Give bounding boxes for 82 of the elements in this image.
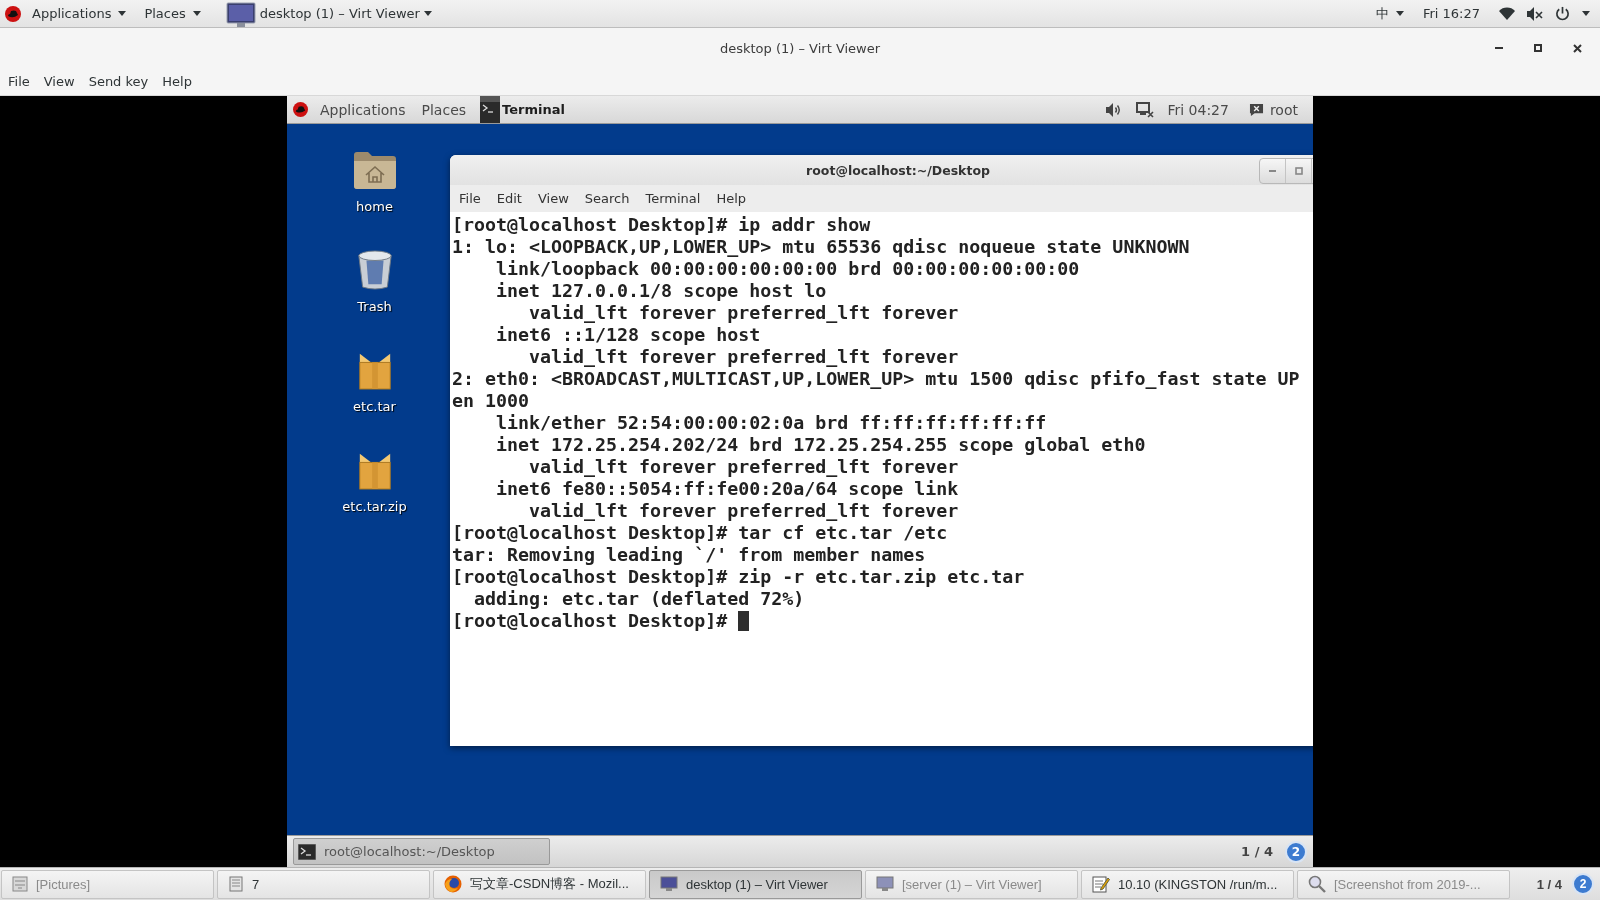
clock-label[interactable]: Fri 16:27 <box>1412 6 1490 21</box>
terminal-line: valid_lft forever preferred_lft forever <box>528 500 959 522</box>
terminal-title: root@localhost:~/Desktop <box>806 162 990 178</box>
taskbar-button[interactable]: 写文章-CSDN博客 - Mozil... <box>433 869 646 899</box>
speaker-icon[interactable] <box>1106 102 1123 117</box>
caret-icon <box>192 11 201 16</box>
top-bar-menu[interactable]: Places <box>413 96 475 123</box>
close-icon <box>1572 43 1582 53</box>
terminal-line: en 1000 <box>452 390 530 412</box>
chat-bubble-icon <box>1248 102 1264 117</box>
trash-can-icon <box>355 247 394 293</box>
terminal-line: [root@localhost Desktop]# ip addr show <box>452 214 871 236</box>
desktop-item[interactable]: Trash <box>299 247 450 347</box>
menu-item[interactable]: Help <box>708 191 755 206</box>
power-icon <box>1555 6 1570 21</box>
terminal-line: [root@localhost Desktop]# zip -r etc.tar.zip etc.tar <box>452 566 1025 588</box>
window-title: desktop (1) – Virt Viewer <box>719 40 881 56</box>
workspace-indicator[interactable]: 1 / 4 <box>1526 876 1572 892</box>
terminal-line: [root@localhost Desktop]# tar cf etc.tar /etc <box>452 522 948 544</box>
notification-badge[interactable]: 2 <box>1285 840 1307 863</box>
terminal-line: valid_lft forever preferred_lft forever <box>528 302 959 324</box>
monitor-icon <box>660 876 678 892</box>
caret-icon <box>1395 11 1404 16</box>
menu-item[interactable]: File <box>451 191 489 206</box>
menu-item[interactable]: Search <box>576 191 638 206</box>
menu-item[interactable]: View <box>36 71 82 92</box>
terminal-line: link/ether 52:54:00:00:02:0a brd ff:ff:ff:ff:ff:ff <box>495 412 1047 434</box>
wifi-icon <box>1499 7 1515 20</box>
top-bar-menu[interactable]: Applications <box>312 96 414 123</box>
logo-icon <box>293 102 308 117</box>
globe-icon <box>444 875 462 893</box>
terminal-line: inet6 ::1/128 scope host <box>495 324 761 346</box>
top-bar-menu[interactable]: Places <box>135 0 210 27</box>
logo-icon <box>5 5 21 22</box>
document-icon <box>228 876 244 892</box>
window-menu[interactable]: desktop (1) – Virt Viewer <box>209 0 441 27</box>
terminal-line: 1: lo: <LOOPBACK,UP,LOWER_UP> mtu 65536 qdisc noqueue state UNKNOWN <box>452 236 1190 258</box>
menu-item[interactable]: Terminal <box>637 191 709 206</box>
taskbar-button[interactable]: 7 <box>217 869 430 899</box>
speaker-muted-icon <box>1527 6 1543 21</box>
taskbar-button[interactable]: desktop (1) – Virt Viewer <box>649 869 862 899</box>
top-bar-menu[interactable]: Applications <box>23 0 136 27</box>
caret-icon <box>423 11 432 16</box>
menu-item[interactable]: Help <box>155 71 199 92</box>
menu-item[interactable]: Edit <box>488 191 530 206</box>
notification-badge[interactable]: 2 <box>1572 873 1594 895</box>
window-list-button[interactable]: root@localhost:~/Desktop <box>293 838 550 865</box>
terminal-line: link/loopback 00:00:00:00:00:00 brd 00:00:00:00:00:00 <box>495 258 1080 280</box>
terminal-line: inet 172.25.254.202/24 brd 172.25.254.255 scope global eth0 <box>495 434 1146 456</box>
minimize-icon <box>1269 170 1276 172</box>
maximize-icon <box>1534 44 1542 52</box>
caret-icon <box>1582 11 1590 16</box>
terminal-line: inet 127.0.0.1/8 scope host lo <box>495 280 827 302</box>
terminal-line: adding: etc.tar (deflated 72%) <box>473 588 805 610</box>
monitor-icon <box>876 876 894 892</box>
terminal-line: 2: eth0: <BROADCAST,MULTICAST,UP,LOWER_UP> mtu 1500 qdisc pfifo_fast state UP <box>452 368 1300 390</box>
menu-item[interactable]: Send key <box>81 71 156 92</box>
file-cabinet-icon <box>12 876 28 892</box>
caret-icon <box>118 11 127 16</box>
menu-item[interactable]: View <box>529 191 577 206</box>
monitor-icon <box>225 1 256 28</box>
terminal-line: [root@localhost Desktop]# <box>452 610 728 632</box>
minimize-icon <box>1495 47 1503 49</box>
app-menu[interactable]: Terminal <box>474 96 573 123</box>
computer-cross-icon[interactable] <box>1136 101 1155 118</box>
desktop-item[interactable]: home <box>299 147 450 247</box>
desktop-item[interactable]: etc.tar.zip <box>299 447 450 547</box>
clock-label[interactable]: Fri 04:27 <box>1161 101 1241 118</box>
notepad-pencil-icon <box>1092 875 1110 893</box>
workspace-indicator[interactable]: 1 / 4 <box>1229 844 1285 859</box>
magnifier-icon <box>1308 875 1326 893</box>
terminal-line: tar: Removing leading `/' from member names <box>452 544 926 566</box>
terminal-line: valid_lft forever preferred_lft forever <box>528 346 959 368</box>
desktop-item[interactable]: etc.tar <box>299 347 450 447</box>
terminal-line: valid_lft forever preferred_lft forever <box>528 456 959 478</box>
terminal-line: inet6 fe80::5054:ff:fe00:20a/64 scope link <box>495 478 959 500</box>
input-method-menu[interactable]: 中 <box>1366 0 1413 27</box>
terminal-icon <box>298 843 316 860</box>
maximize-icon <box>1294 167 1303 175</box>
menu-item[interactable]: File <box>1 71 37 92</box>
user-menu[interactable]: root <box>1240 96 1313 123</box>
taskbar-button[interactable]: 10.10 (KINGSTON /run/m... <box>1081 869 1294 899</box>
